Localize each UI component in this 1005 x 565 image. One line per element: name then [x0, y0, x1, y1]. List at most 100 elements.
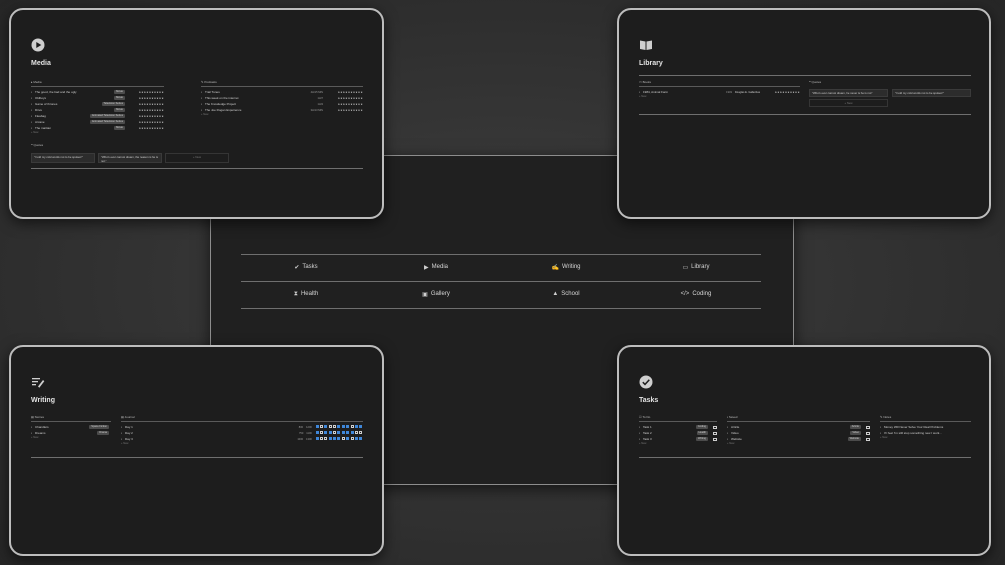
habit-checkbox[interactable] [346, 431, 350, 434]
new-item-button[interactable]: + New [727, 442, 870, 448]
habit-checkbox[interactable] [315, 437, 319, 440]
quote-card[interactable]: "Who's ever cannot dream, he never is he… [809, 89, 888, 97]
item-rating: ★★★★★★★★★★ [337, 108, 363, 112]
item-name: Day 1 [125, 425, 133, 429]
new-item-button[interactable]: + New [639, 442, 717, 448]
section-title: Saved [728, 415, 738, 419]
habit-checkbox[interactable] [337, 431, 341, 434]
section-divider [31, 457, 363, 458]
habit-checkbox[interactable] [319, 425, 323, 428]
habit-checkbox[interactable] [328, 437, 332, 440]
habit-checkbox[interactable] [328, 431, 332, 434]
habit-checkbox[interactable] [315, 425, 319, 428]
habit-checkboxes[interactable] [315, 431, 363, 435]
done-checkbox[interactable] [713, 425, 717, 429]
section-header: ✎ Notes [880, 415, 971, 422]
habit-checkbox[interactable] [350, 437, 354, 440]
habit-checkbox[interactable] [333, 431, 337, 434]
habit-checkbox[interactable] [333, 425, 337, 428]
habit-checkbox[interactable] [350, 431, 354, 434]
new-item-button[interactable]: + New [121, 442, 363, 448]
item-meta: 800 [298, 425, 304, 429]
new-item-button[interactable]: + New [31, 436, 111, 442]
section-header: ▸ Media [31, 80, 164, 87]
habit-checkbox[interactable] [346, 437, 350, 440]
habit-checkbox[interactable] [350, 425, 354, 428]
habit-checkbox[interactable] [333, 437, 337, 440]
habit-checkbox[interactable] [341, 437, 345, 440]
item-name: Dreams [35, 431, 46, 435]
habit-checkbox[interactable] [341, 431, 345, 434]
item-rating: ★★★★★★★★★★ [337, 90, 363, 94]
item-tag: Movie [114, 90, 125, 94]
new-item-button[interactable]: + New [31, 131, 164, 137]
podcasts-section: ✎ Podcasts ▪ Trail Tunes 4H/15 MIN ★★★★★★★★… [201, 80, 363, 119]
item-name: Fleabag [35, 114, 46, 118]
quote-card[interactable]: "I told my cold words not to be spoken!" [31, 153, 95, 163]
notes-section: ✎ Notes ▪ Money Will Never Solve Your Rea… [880, 415, 971, 442]
habit-checkbox[interactable] [337, 425, 341, 428]
item-name: Day 3 [125, 437, 133, 441]
section-divider [639, 114, 971, 115]
habit-checkbox[interactable] [324, 437, 328, 440]
item-name: 1984, Animal Farm [643, 90, 669, 94]
done-checkbox[interactable] [713, 437, 717, 441]
item-tag: Movie [114, 108, 125, 112]
item-tag: Television Series [101, 102, 125, 106]
quotes-section: ❝ Quotes [31, 143, 363, 151]
quote-card[interactable]: "Who's ever cannot dream, the reason is … [98, 153, 162, 163]
section-header: ▤ Stories [31, 415, 111, 422]
habit-checkbox[interactable] [354, 425, 358, 428]
done-checkbox[interactable] [866, 437, 870, 441]
page-title: Tasks [639, 397, 659, 404]
play-circle-icon [31, 38, 45, 52]
item-tag: Coding [695, 425, 708, 429]
item-author: Douglas E. Gallenbas [734, 90, 760, 94]
check-circle-icon [639, 375, 653, 389]
nav-gallery[interactable]: ▣ Gallery [371, 287, 501, 301]
habit-checkbox[interactable] [354, 437, 358, 440]
page-title: Media [31, 60, 51, 67]
habit-checkbox[interactable] [359, 431, 363, 434]
new-quote-button[interactable]: + New [165, 153, 229, 163]
library-panel: Library ▭ Books ▪ 1984, Animal Farm 1949 Do… [617, 8, 991, 219]
item-meta: 1100 [306, 431, 312, 435]
new-item-button[interactable]: + New [201, 113, 363, 119]
habit-checkbox[interactable] [337, 437, 341, 440]
habit-checkbox[interactable] [328, 425, 332, 428]
habit-checkbox[interactable] [359, 437, 363, 440]
hourglass-icon: ⧗ [293, 290, 298, 297]
saved-section: ▪ Saved ▪ Article Article ▪ Video Video ▪ Web… [727, 415, 870, 448]
done-checkbox[interactable] [866, 425, 870, 429]
item-rating: ★★★★★★★★★★ [337, 96, 363, 100]
nav-label: Health [300, 291, 319, 297]
nav-writing[interactable]: ✍ Writing [501, 260, 631, 274]
done-checkbox[interactable] [866, 431, 870, 435]
nav-coding[interactable]: </> Coding [631, 287, 761, 301]
habit-checkbox[interactable] [359, 425, 363, 428]
quote-card[interactable]: "I told my cold words not to be spoken!" [892, 89, 971, 97]
habit-checkbox[interactable] [354, 431, 358, 434]
done-checkbox[interactable] [713, 431, 717, 435]
nav-health[interactable]: ⧗ Health [241, 287, 371, 301]
habit-checkboxes[interactable] [315, 425, 363, 429]
nav-tasks[interactable]: ✔ Tasks [241, 260, 371, 274]
item-tag: Movie [114, 126, 125, 130]
habit-checkbox[interactable] [324, 431, 328, 434]
item-name: Task 3 [643, 437, 652, 441]
section-header: ✎ Podcasts [201, 80, 363, 87]
habit-checkbox[interactable] [324, 425, 328, 428]
habit-checkbox[interactable] [315, 431, 319, 434]
habit-checkbox[interactable] [319, 431, 323, 434]
item-tag: Website [847, 437, 861, 441]
habit-checkbox[interactable] [341, 425, 345, 428]
nav-school[interactable]: ▲ School [501, 287, 631, 301]
new-quote-button[interactable]: + New [809, 99, 888, 107]
nav-library[interactable]: ▭ Library [631, 260, 761, 274]
habit-checkboxes[interactable] [315, 437, 363, 441]
habit-checkbox[interactable] [319, 437, 323, 440]
new-item-button[interactable]: + New [639, 95, 800, 101]
nav-media[interactable]: ▶ Media [371, 260, 501, 274]
habit-checkbox[interactable] [346, 425, 350, 428]
new-item-button[interactable]: + New [880, 436, 971, 442]
